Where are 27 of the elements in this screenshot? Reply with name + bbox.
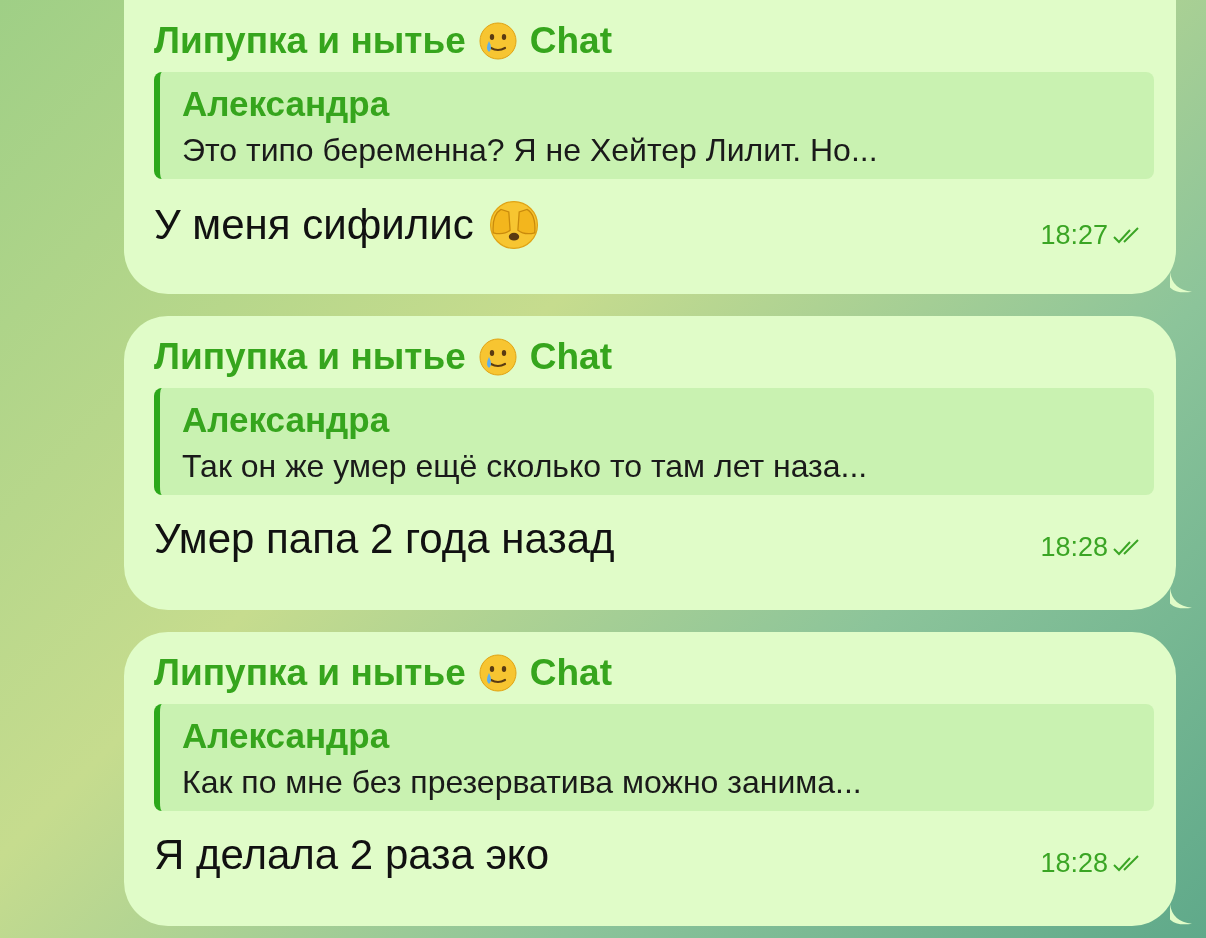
chat-label: Chat [529, 652, 612, 694]
reply-quote[interactable]: Александра Как по мне без презерватива можно занима... [154, 704, 1154, 811]
message-text: Умер папа 2 года назад [154, 515, 615, 563]
reply-text: Как по мне без презерватива можно занима... [182, 764, 863, 801]
sender-name: Липупка и нытье [154, 20, 466, 62]
crying-smile-icon [477, 21, 518, 61]
reply-author: Александра [182, 84, 391, 124]
sender-name: Липупка и нытье [154, 336, 466, 378]
crying-smile-icon [477, 653, 518, 693]
reply-text: Это типо беременна? Я не Хейтер Лилит. Но... [182, 132, 879, 169]
crying-smile-icon [477, 337, 518, 377]
message-text: Я делала 2 раза эко [154, 831, 550, 879]
reply-quote[interactable]: Александра Так он же умер ещё сколько то там лет наза... [154, 388, 1154, 495]
reply-author: Александра [182, 716, 391, 756]
message-time: 18:28 [1040, 848, 1108, 879]
sender-name: Липупка и нытье [154, 652, 466, 694]
bubble-tail [1170, 904, 1192, 926]
bubble-tail [1170, 272, 1192, 294]
bubble-tail [1170, 588, 1192, 610]
reply-author: Александра [182, 400, 391, 440]
message-text: У меня сифилис [154, 201, 474, 249]
message-time: 18:27 [1040, 220, 1108, 251]
chat-label: Chat [529, 20, 612, 62]
chat-label: Chat [529, 336, 612, 378]
reply-quote[interactable]: Александра Это типо беременна? Я не Хейтер Лилит. Но... [154, 72, 1154, 179]
message-time: 18:28 [1040, 532, 1108, 563]
reply-text: Так он же умер ещё сколько то там лет наза... [182, 448, 869, 485]
